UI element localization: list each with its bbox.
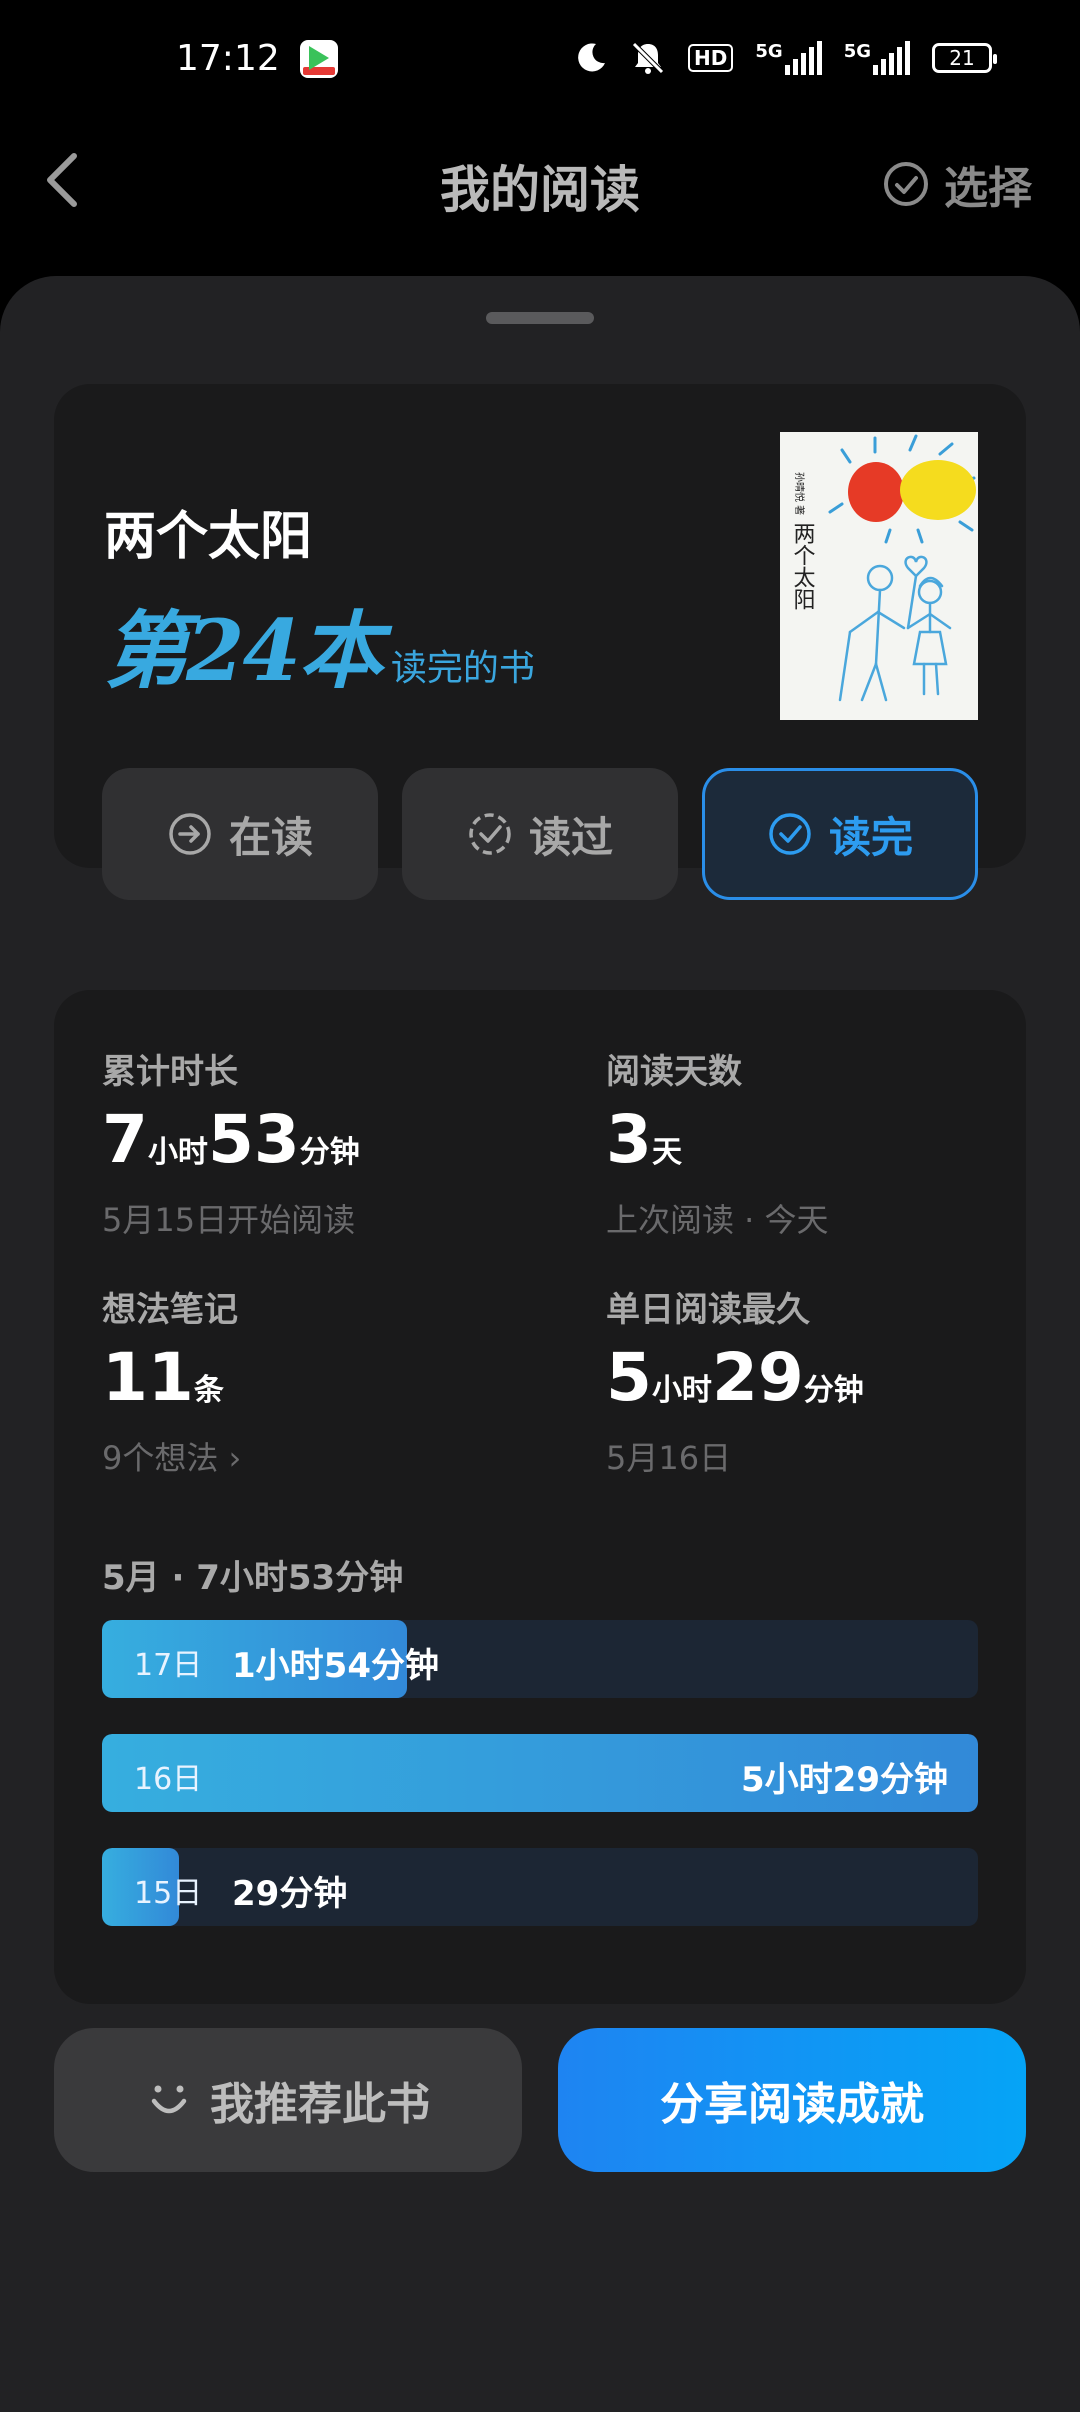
stat-notes-label: 想法笔记 (102, 1290, 238, 1330)
status-reading-label: 在读 (228, 812, 313, 862)
share-achievement-button[interactable]: 分享阅读成就 (558, 2028, 1026, 2172)
stat-days: 阅读天数 3天 上次阅读 · 今天 (606, 1044, 1026, 1241)
stats-card: 累计时长 7小时53分钟 5月15日开始阅读 阅读天数 3天 上次阅读 · 今天… (54, 990, 1026, 2004)
status-read-button[interactable]: 读过 (402, 768, 678, 900)
daily-bar: 15日 29分钟 (102, 1848, 978, 1926)
rank-suffix: 读完的书 (390, 648, 535, 689)
daily-bar-day: 16日 (134, 1762, 203, 1797)
share-label: 分享阅读成就 (660, 2079, 924, 2130)
dashed-check-icon (469, 813, 511, 855)
status-read-label: 读过 (528, 812, 613, 862)
battery-icon: 21 (932, 43, 997, 73)
stat-longest-day-label: 单日阅读最久 (606, 1290, 810, 1330)
moon-icon (578, 43, 606, 72)
status-bar: 17:12 HD 5G 5G 21 (0, 0, 1080, 120)
recommend-button[interactable]: 我推荐此书 (54, 2028, 522, 2172)
signal-5g-1: 5G (755, 41, 822, 75)
chevron-right-icon: › (228, 1439, 242, 1477)
stat-days-label: 阅读天数 (606, 1052, 742, 1092)
select-button[interactable]: 选择 (882, 152, 1032, 216)
status-reading-button[interactable]: 在读 (102, 768, 378, 900)
book-title: 两个太阳 (104, 507, 313, 567)
stat-notes-value: 11条 (102, 1339, 224, 1416)
book-rank: 第24本 读完的书 (104, 584, 535, 705)
rank-number: 第24本 (104, 601, 383, 700)
stat-longest-day: 单日阅读最久 5小时29分钟 5月16日 (606, 1282, 1026, 1479)
reading-sheet: 两个太阳 第24本 读完的书 孙晴悦 著 两个太阳 在读 读过 读完 累计时长 … (0, 276, 1080, 2412)
daily-bar-duration: 29分钟 (232, 1874, 348, 1914)
stat-total-time-note: 5月15日开始阅读 (102, 1201, 356, 1239)
recommend-label: 我推荐此书 (210, 2079, 430, 2130)
hd-icon: HD (688, 44, 734, 72)
stat-longest-day-value: 5小时29分钟 (606, 1339, 864, 1416)
stat-days-value: 3天 (606, 1101, 682, 1178)
stat-total-time-label: 累计时长 (102, 1052, 238, 1092)
app-notification-icon (300, 40, 338, 78)
book-card: 两个太阳 第24本 读完的书 孙晴悦 著 两个太阳 在读 读过 读完 (54, 384, 1026, 900)
daily-bar-day: 15日 (134, 1876, 203, 1911)
status-time: 17:12 (176, 38, 280, 79)
stat-longest-day-note: 5月16日 (606, 1439, 732, 1477)
book-cover[interactable]: 孙晴悦 著 两个太阳 (780, 432, 978, 720)
daily-bar-duration: 1小时54分钟 (232, 1646, 439, 1686)
smile-icon (151, 2085, 187, 2114)
daily-bar: 16日 5小时29分钟 (102, 1734, 978, 1812)
stat-days-note: 上次阅读 · 今天 (606, 1201, 829, 1239)
month-summary: 5月 · 7小时53分钟 (102, 1558, 404, 1598)
daily-bar-day: 17日 (134, 1648, 203, 1683)
cover-title: 两个太阳 (790, 522, 816, 610)
stat-notes-link[interactable]: 9个想法 › (102, 1433, 522, 1479)
check-circle-icon (884, 162, 928, 206)
daily-bar: 17日 1小时54分钟 (102, 1620, 978, 1698)
status-icons: HD 5G 5G 21 (574, 40, 997, 76)
arrow-circle-icon (169, 813, 211, 855)
sheet-drag-handle[interactable] (486, 312, 594, 324)
check-circle-icon (769, 813, 811, 855)
header: 我的阅读 选择 (0, 130, 1080, 230)
mute-bell-icon (632, 42, 664, 74)
signal-5g-2: 5G (844, 41, 910, 75)
cover-author: 孙晴悦 著 (793, 472, 806, 515)
stat-total-time: 累计时长 7小时53分钟 5月15日开始阅读 (102, 1044, 522, 1241)
select-label: 选择 (944, 163, 1032, 214)
daily-bar-duration: 5小时29分钟 (741, 1760, 948, 1800)
cover-illustration: 孙晴悦 著 两个太阳 (790, 434, 976, 702)
stat-notes[interactable]: 想法笔记 11条 9个想法 › (102, 1282, 522, 1479)
status-finished-label: 读完 (828, 812, 913, 862)
status-finished-button[interactable]: 读完 (702, 768, 978, 900)
stat-total-time-value: 7小时53分钟 (102, 1101, 360, 1178)
